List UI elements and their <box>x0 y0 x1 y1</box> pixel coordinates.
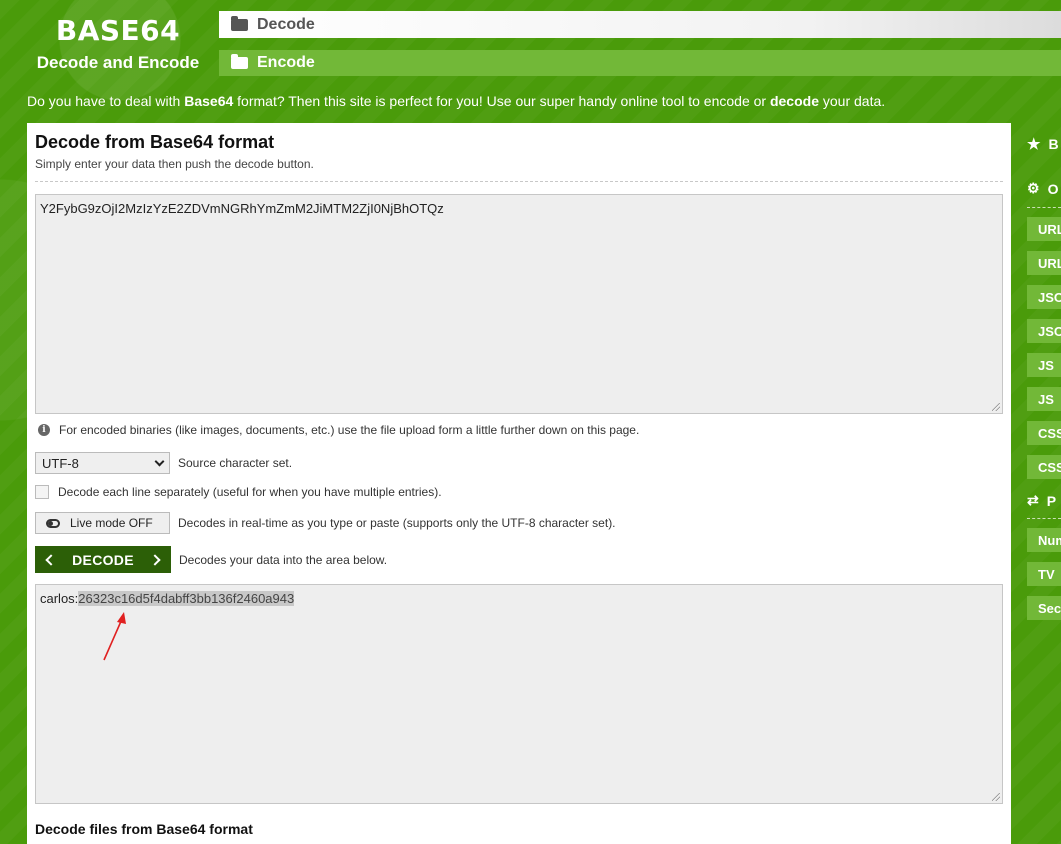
sidebar-item[interactable]: Sec <box>1027 596 1061 620</box>
chevron-left-icon <box>45 553 57 566</box>
sidebar-item-label: Num <box>1038 532 1061 548</box>
sidebar-item[interactable]: JSON <box>1027 285 1061 309</box>
intro-part: your data. <box>818 93 886 109</box>
page-subtitle: Simply enter your data then push the dec… <box>35 157 314 171</box>
intro-text: Do you have to deal with Base64 format? … <box>27 93 885 109</box>
decode-button-label: DECODE <box>72 551 134 568</box>
star-icon: ★ <box>1027 136 1041 153</box>
nav-encode-link[interactable]: Encode <box>219 50 1061 76</box>
live-mode-row: Live mode OFF Decodes in real-time as yo… <box>35 512 616 534</box>
input-value: Y2FybG9zOjI2MzIzYzE2ZDVmNGRhYmZmM2JiMTM2… <box>40 201 444 216</box>
intro-bold: decode <box>769 93 819 109</box>
sidebar-item-label: JS <box>1038 391 1054 407</box>
nav-decode-label: Decode <box>257 15 315 33</box>
sidebar-item-label: URL <box>1038 221 1061 237</box>
divider <box>1027 207 1061 208</box>
live-mode-label: Live mode OFF <box>70 516 153 530</box>
sidebar-item-label: CSS <box>1038 459 1061 475</box>
chevron-down-icon <box>154 456 165 466</box>
output-prefix: carlos: <box>40 591 79 606</box>
nav-decode-link[interactable]: Decode <box>219 11 1061 38</box>
sidebar-item[interactable]: JS <box>1027 387 1061 411</box>
logo-title: BASE64 <box>55 14 181 47</box>
folder-icon <box>231 54 248 69</box>
files-section-title: Decode files from Base64 format <box>35 821 253 837</box>
charset-select[interactable]: UTF-8 <box>35 452 170 474</box>
divider <box>35 181 1003 182</box>
toggle-icon <box>46 518 60 528</box>
site-logo[interactable]: BASE64 Decode and Encode <box>26 14 210 73</box>
sidebar-head-label: B <box>1048 136 1059 152</box>
decode-button[interactable]: DECODE <box>35 546 171 573</box>
sidebar-item[interactable]: TV <box>1027 562 1061 586</box>
intro-part: format? Then this site is perfect for yo… <box>233 93 770 109</box>
gear-icon: ⚙ <box>1027 180 1040 196</box>
sidebar-item[interactable]: JSON <box>1027 319 1061 343</box>
sidebar-item-label: CSS <box>1038 425 1061 441</box>
resize-handle[interactable] <box>992 793 1000 801</box>
sidebar-item-label: JS <box>1038 357 1054 373</box>
sidebar-head-other: ⚙ O <box>1027 180 1058 197</box>
sidebar-item-label: TV <box>1038 566 1055 582</box>
info-icon: i <box>38 424 50 436</box>
intro-bold: Base64 <box>184 93 234 109</box>
each-line-checkbox[interactable] <box>35 485 49 499</box>
sidebar-item[interactable]: URL <box>1027 251 1061 275</box>
resize-handle[interactable] <box>992 403 1000 411</box>
charset-row: UTF-8 Source character set. <box>35 452 292 474</box>
folder-open-icon <box>231 15 248 31</box>
live-mode-desc: Decodes in real-time as you type or past… <box>178 516 616 530</box>
sidebar-item-label: URL <box>1038 255 1061 271</box>
sidebar-item[interactable]: CSS <box>1027 455 1061 479</box>
page-title: Decode from Base64 format <box>35 132 275 152</box>
charset-label: Source character set. <box>178 456 293 470</box>
sidebar-head-label: P <box>1046 492 1057 509</box>
each-line-row: Decode each line separately (useful for … <box>35 485 442 499</box>
input-textarea[interactable]: Y2FybG9zOjI2MzIzYzE2ZDVmNGRhYmZmM2JiMTM2… <box>35 194 1003 414</box>
sidebar-item-label: JSON <box>1038 289 1061 305</box>
sidebar-item-label: JSON <box>1038 323 1061 339</box>
sidebar-head-label: O <box>1047 180 1059 197</box>
intro-part: Do you have to deal with <box>27 93 185 109</box>
decode-row: DECODE Decodes your data into the area b… <box>35 546 387 573</box>
binary-note-row: i For encoded binaries (like images, doc… <box>35 423 639 437</box>
charset-value: UTF-8 <box>42 455 79 471</box>
sidebar-item[interactable]: CSS <box>1027 421 1061 445</box>
sidebar-head-popular: ⇄ P <box>1027 492 1056 509</box>
live-mode-button[interactable]: Live mode OFF <box>35 512 170 534</box>
output-textarea[interactable]: carlos:26323c16d5f4dabff3bb136f2460a943 <box>35 584 1003 804</box>
sidebar-item[interactable]: Num <box>1027 528 1061 552</box>
sidebar-item[interactable]: JS <box>1027 353 1061 377</box>
binary-note: For encoded binaries (like images, docum… <box>59 423 640 437</box>
shuffle-icon: ⇄ <box>1027 492 1039 508</box>
chevron-right-icon <box>149 553 161 566</box>
divider <box>1027 518 1061 519</box>
output-highlight: 26323c16d5f4dabff3bb136f2460a943 <box>78 591 295 606</box>
sidebar-item[interactable]: URL <box>1027 217 1061 241</box>
each-line-label: Decode each line separately (useful for … <box>58 485 442 499</box>
sidebar-item-label: Sec <box>1038 600 1061 616</box>
sidebar: ★ B ⚙ O URL URL JSON JSON JS JS CSS CSS … <box>1027 123 1061 844</box>
logo-subtitle: Decode and Encode <box>36 53 200 72</box>
decode-panel: Decode from Base64 format Simply enter y… <box>27 123 1011 844</box>
decode-desc: Decodes your data into the area below. <box>179 552 388 567</box>
nav-encode-label: Encode <box>257 54 315 71</box>
sidebar-head-bookmark[interactable]: ★ B <box>1027 135 1059 153</box>
